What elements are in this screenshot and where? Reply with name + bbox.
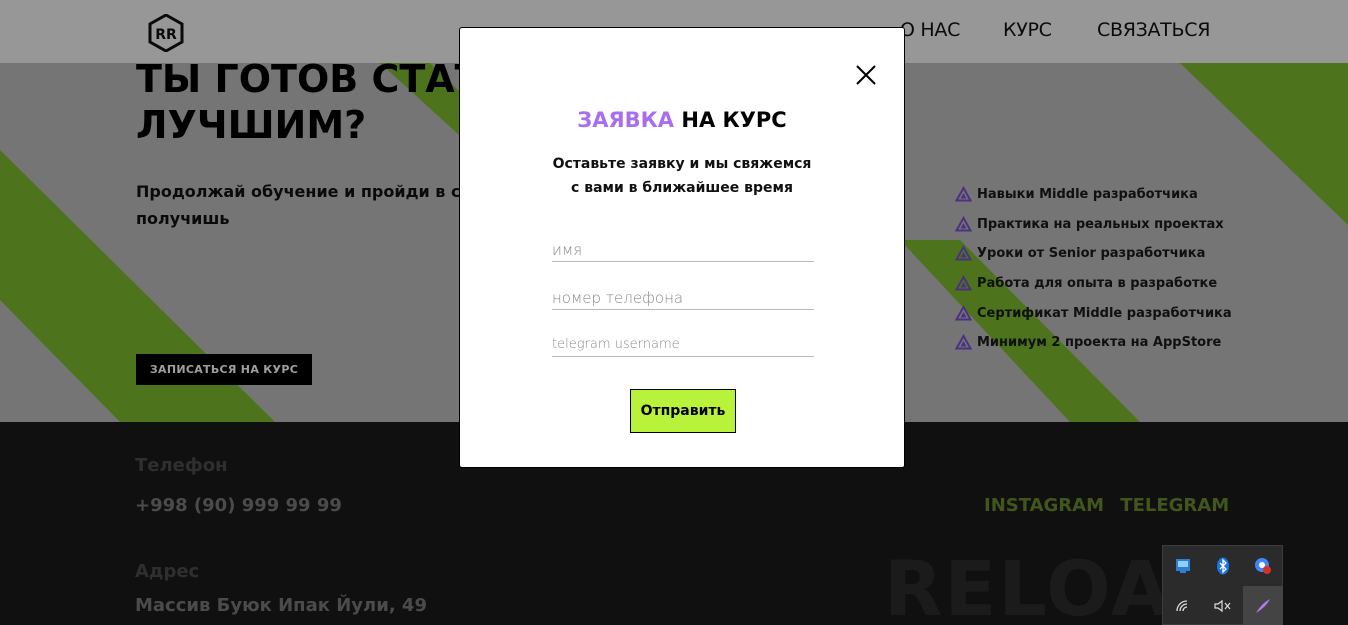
wifi-icon[interactable] xyxy=(1163,586,1203,625)
telegram-input[interactable] xyxy=(552,333,814,357)
system-tray-popup xyxy=(1162,545,1283,625)
modal-description: Оставьте заявку и мы свяжемся с вами в б… xyxy=(460,152,904,200)
volume-muted-icon[interactable] xyxy=(1203,586,1243,625)
page: RR О НАС КУРС СВЯЗАТЬСЯ ТЫ ГОТОВ СТАТЬ Л… xyxy=(0,0,1348,625)
modal-desc-line2: с вами в ближайшее время xyxy=(571,180,793,196)
modal-title-accent: ЗАЯВКА xyxy=(577,108,675,132)
pen-icon[interactable] xyxy=(1243,586,1283,625)
bluetooth-icon[interactable] xyxy=(1203,546,1243,586)
enrollment-modal: ЗАЯВКА НА КУРС Оставьте заявку и мы свяж… xyxy=(459,27,905,468)
modal-title: ЗАЯВКА НА КУРС xyxy=(460,108,904,132)
phone-input[interactable] xyxy=(552,286,814,310)
submit-button[interactable]: Отправить xyxy=(630,389,736,433)
modal-title-rest: НА КУРС xyxy=(674,108,787,132)
close-icon[interactable] xyxy=(853,62,879,88)
name-input[interactable] xyxy=(552,238,814,262)
chrome-notification-icon[interactable] xyxy=(1243,546,1283,586)
modal-desc-line1: Оставьте заявку и мы свяжемся xyxy=(552,156,812,172)
network-settings-icon[interactable] xyxy=(1163,546,1203,586)
